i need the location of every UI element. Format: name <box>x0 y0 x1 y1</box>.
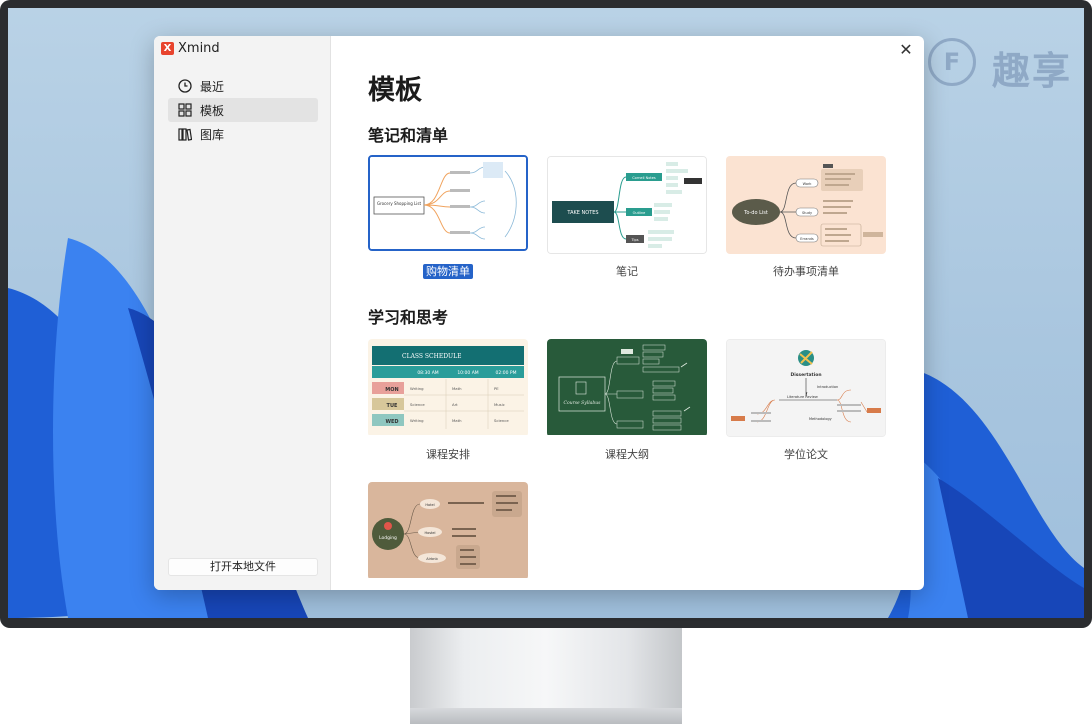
template-label: 课程大纲 <box>547 446 707 462</box>
schedule-cell: Writing <box>410 418 424 423</box>
page-title: 模板 <box>368 75 422 106</box>
notes-center: TAKE NOTES <box>566 210 598 216</box>
clock-icon <box>178 79 192 93</box>
schedule-day-1: MON <box>385 387 398 393</box>
schedule-cell: PE <box>494 386 499 391</box>
template-label: 笔记 <box>547 263 707 279</box>
section-title-notes: 笔记和清单 <box>368 126 449 145</box>
watermark-glyph: F <box>943 48 961 76</box>
template-card-lodging[interactable]: Lodging Hotel Hostel Airbnb <box>368 482 528 580</box>
lodging-thumbnail: Lodging Hotel Hostel Airbnb <box>368 482 528 578</box>
schedule-cell: Art <box>452 402 458 407</box>
sidebar-item-library[interactable]: 图库 <box>168 122 318 146</box>
sidebar-item-recent[interactable]: 最近 <box>168 74 318 98</box>
schedule-time-2: 10:00 AM <box>457 370 478 376</box>
template-card-shopping-list[interactable]: Grocery Shopping List <box>368 155 528 251</box>
app-name: Xmind <box>178 41 220 56</box>
sidebar-item-templates[interactable]: 模板 <box>168 98 318 122</box>
dissertation-branch-1: Introduction <box>817 385 838 389</box>
template-label-text: 学位论文 <box>784 448 828 461</box>
schedule-day-2: TUE <box>387 403 398 409</box>
template-card-todo-list[interactable]: To-do List Work Study Errands <box>726 156 886 254</box>
notes-thumbnail: TAKE NOTES Cornell Notes Outline Tips <box>548 157 706 253</box>
xmind-logo-glyph: X <box>163 43 172 54</box>
template-label-text: 课程安排 <box>426 448 470 461</box>
template-label-text: 课程大纲 <box>605 448 649 461</box>
watermark-text: 趣享 <box>992 49 1073 93</box>
xmind-logo-icon: X <box>161 42 174 55</box>
template-window: X Xmind 最近 模板 图库 打开本地文件 ✕ 模板 笔记和清单 Groce… <box>154 36 924 590</box>
sidebar: X Xmind 最近 模板 图库 打开本地文件 <box>154 36 331 590</box>
shopping-list-center: Grocery Shopping List <box>377 201 422 206</box>
schedule-cell: Music <box>494 402 505 407</box>
close-icon[interactable]: ✕ <box>896 40 916 60</box>
section-title-study: 学习和思考 <box>368 308 449 327</box>
grid-icon <box>178 103 192 117</box>
template-label: 待办事项清单 <box>726 263 886 279</box>
course-syllabus-thumbnail: Course Syllabus <box>547 339 707 435</box>
notes-branch-1: Cornell Notes <box>632 176 656 180</box>
lodging-center: Lodging <box>379 535 397 541</box>
lodging-branch-2: Hostel <box>424 531 435 535</box>
schedule-cell: Math <box>452 418 462 423</box>
schedule-title: CLASS SCHEDULE <box>402 353 461 360</box>
main-content: ✕ 模板 笔记和清单 Grocery Shopping List 购物清单 TA… <box>331 36 924 590</box>
monitor-stand-base <box>410 708 682 724</box>
schedule-time-3: 02:00 PM <box>496 370 517 376</box>
notes-branch-3: Tips <box>630 238 638 242</box>
sidebar-item-label: 最近 <box>200 79 225 94</box>
template-card-class-schedule[interactable]: CLASS SCHEDULE 08:30 AM 10:00 AM 02:00 P… <box>368 339 528 437</box>
schedule-day-3: WED <box>385 419 398 425</box>
schedule-cell: Science <box>494 418 509 423</box>
template-card-course-syllabus[interactable]: Course Syllabus <box>547 339 707 437</box>
todo-thumbnail: To-do List Work Study Errands <box>726 156 886 254</box>
template-label: 购物清单 <box>368 263 528 279</box>
todo-branch-3: Errands <box>800 237 814 241</box>
watermark-logo: F <box>928 38 976 86</box>
schedule-cell: Math <box>452 386 462 391</box>
schedule-cell: Science <box>410 402 425 407</box>
lodging-branch-1: Hotel <box>425 503 434 507</box>
dissertation-branch-3: Methodology <box>809 417 832 421</box>
template-card-dissertation[interactable]: Dissertation Literature Review Introduct… <box>726 339 886 437</box>
lodging-branch-3: Airbnb <box>426 557 438 561</box>
notes-branch-2: Outline <box>633 211 646 215</box>
syllabus-center: Course Syllabus <box>564 400 602 406</box>
schedule-cell: Writing <box>410 386 424 391</box>
todo-center: To-do List <box>743 210 768 216</box>
todo-branch-2: Study <box>802 211 812 215</box>
dissertation-thumbnail: Dissertation Literature Review Introduct… <box>727 340 885 436</box>
dissertation-branch-2: Literature Review <box>787 395 818 399</box>
template-label-text: 待办事项清单 <box>773 265 839 278</box>
template-card-notes[interactable]: TAKE NOTES Cornell Notes Outline Tips <box>547 156 707 254</box>
schedule-time-1: 08:30 AM <box>417 370 438 376</box>
sidebar-item-label: 图库 <box>200 127 225 142</box>
sidebar-nav: 最近 模板 图库 <box>168 74 318 146</box>
class-schedule-thumbnail: CLASS SCHEDULE 08:30 AM 10:00 AM 02:00 P… <box>368 339 528 435</box>
sidebar-item-label: 模板 <box>200 103 225 118</box>
template-label-text: 购物清单 <box>423 264 473 279</box>
dissertation-center: Dissertation <box>790 372 821 378</box>
app-title: X Xmind <box>161 41 220 56</box>
open-local-file-button[interactable]: 打开本地文件 <box>168 558 318 576</box>
template-label: 学位论文 <box>726 446 886 462</box>
todo-branch-1: Work <box>803 182 813 186</box>
template-label-text: 笔记 <box>616 265 638 278</box>
library-icon <box>178 128 192 141</box>
template-label: 课程安排 <box>368 446 528 462</box>
shopping-list-thumbnail: Grocery Shopping List <box>370 157 526 249</box>
